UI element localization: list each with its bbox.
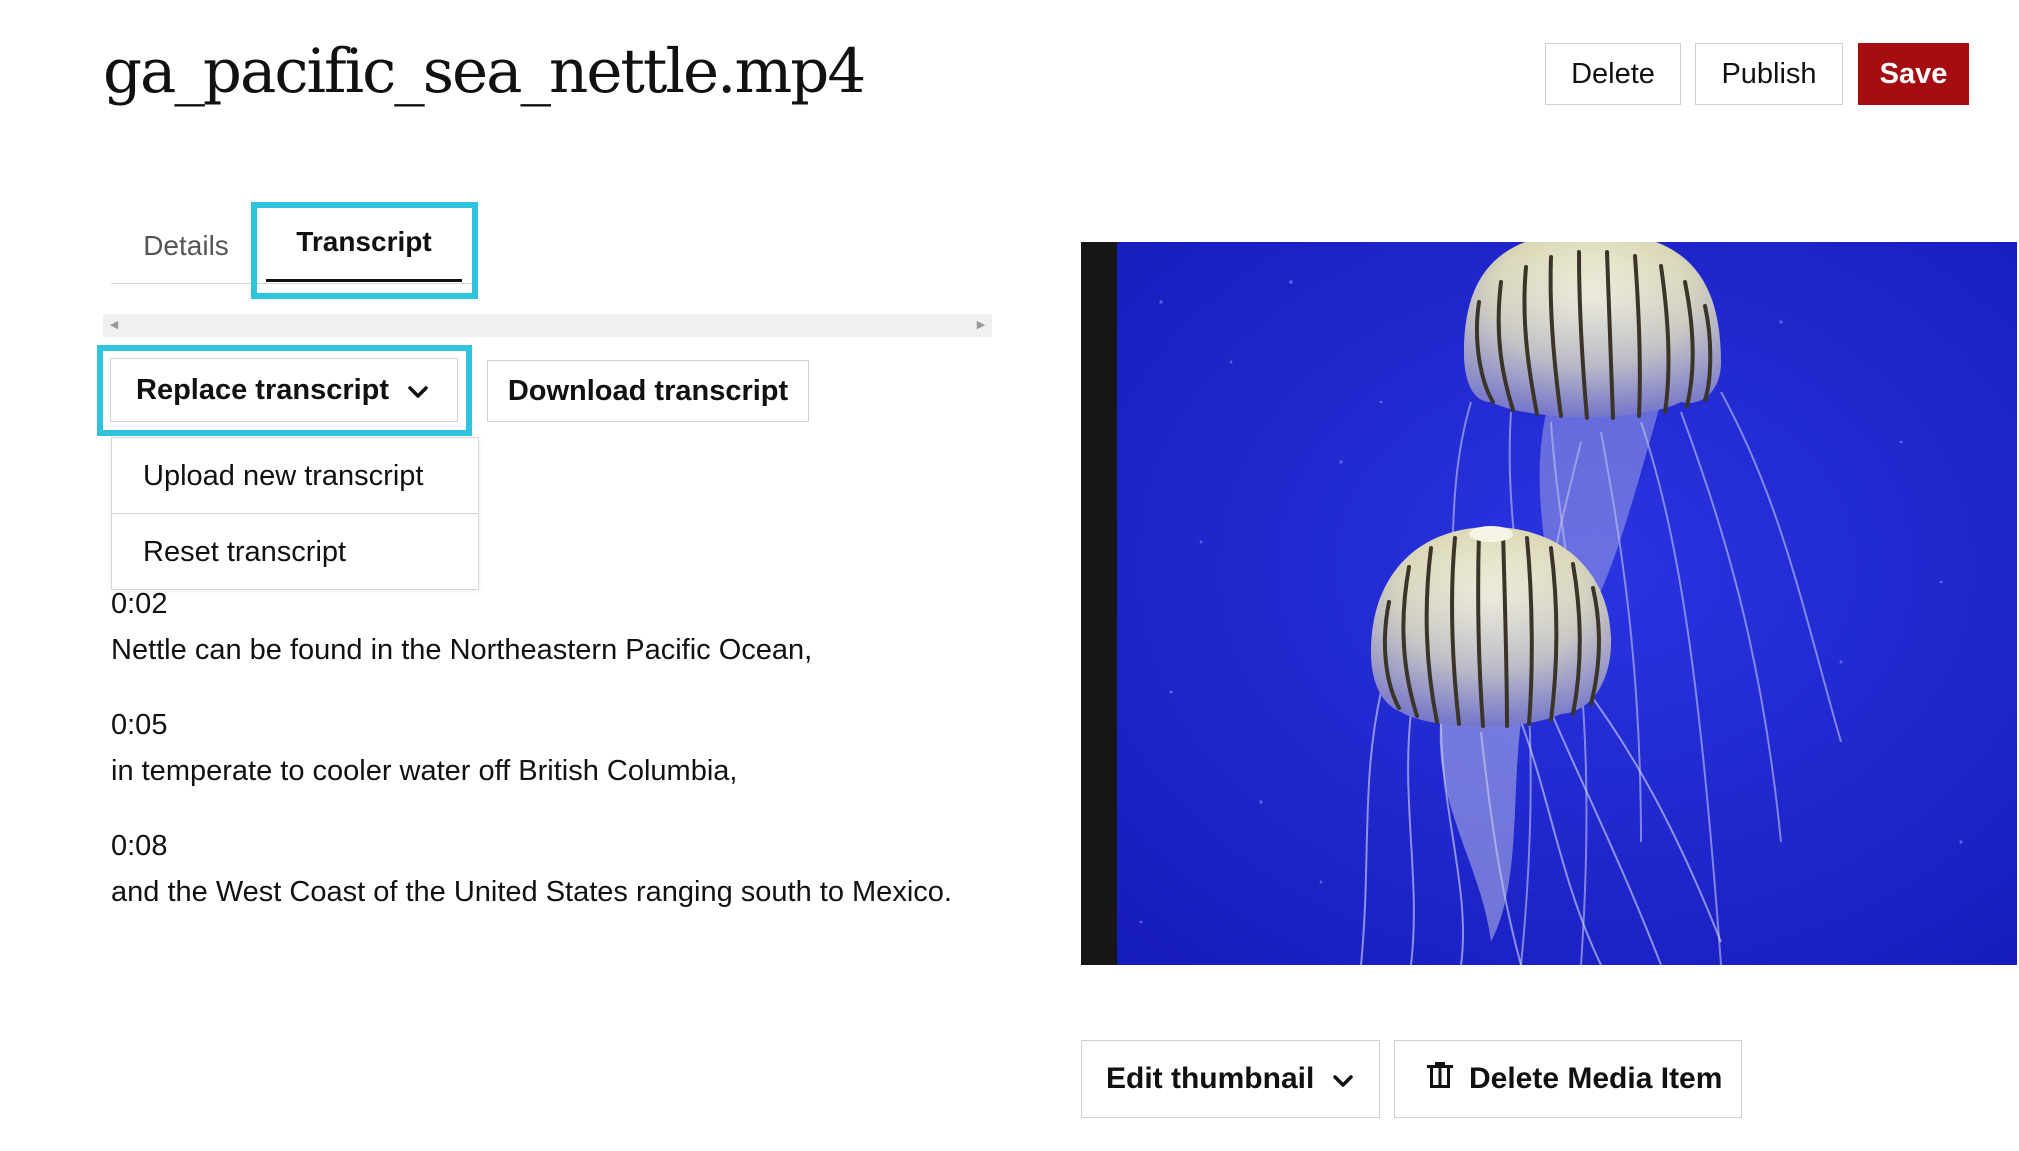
scroll-left-icon[interactable]: ◀ <box>105 314 123 337</box>
jellyfish-image <box>1081 242 2017 965</box>
delete-button[interactable]: Delete <box>1545 43 1681 105</box>
replace-transcript-label: Replace transcript <box>136 373 390 406</box>
page-title: ga_pacific_sea_nettle.mp4 <box>103 36 866 107</box>
video-preview[interactable] <box>1081 242 2017 965</box>
save-button[interactable]: Save <box>1858 43 1969 105</box>
delete-media-item-button[interactable]: Delete Media Item <box>1394 1040 1742 1118</box>
chevron-down-icon <box>407 374 429 407</box>
transcript-line: and the West Coast of the United States … <box>111 876 952 908</box>
publish-button[interactable]: Publish <box>1695 43 1843 105</box>
menu-item-reset-transcript[interactable]: Reset transcript <box>112 514 478 590</box>
tab-transcript[interactable]: Transcript <box>264 218 464 266</box>
menu-item-upload-new-transcript[interactable]: Upload new transcript <box>112 438 478 514</box>
delete-media-item-label: Delete Media Item <box>1469 1062 1723 1095</box>
trash-icon <box>1425 1060 1455 1098</box>
active-tab-indicator <box>266 279 462 282</box>
download-transcript-button[interactable]: Download transcript <box>487 360 809 422</box>
transcript-timestamp[interactable]: 0:05 <box>111 709 167 742</box>
transcript-line: Nettle can be found in the Northeastern … <box>111 634 813 666</box>
edit-thumbnail-label: Edit thumbnail <box>1106 1062 1315 1095</box>
replace-transcript-button[interactable]: Replace transcript <box>110 358 458 422</box>
replace-transcript-menu: Upload new transcript Reset transcript <box>111 437 479 590</box>
horizontal-scrollbar[interactable]: ◀ ▶ <box>103 314 992 337</box>
transcript-timestamp[interactable]: 0:08 <box>111 830 167 863</box>
tab-details[interactable]: Details <box>111 222 261 280</box>
edit-thumbnail-button[interactable]: Edit thumbnail <box>1081 1040 1380 1118</box>
chevron-down-icon <box>1332 1062 1354 1096</box>
scroll-right-icon[interactable]: ▶ <box>972 314 990 337</box>
transcript-timestamp[interactable]: 0:02 <box>111 588 167 621</box>
transcript-line: in temperate to cooler water off British… <box>111 755 738 787</box>
